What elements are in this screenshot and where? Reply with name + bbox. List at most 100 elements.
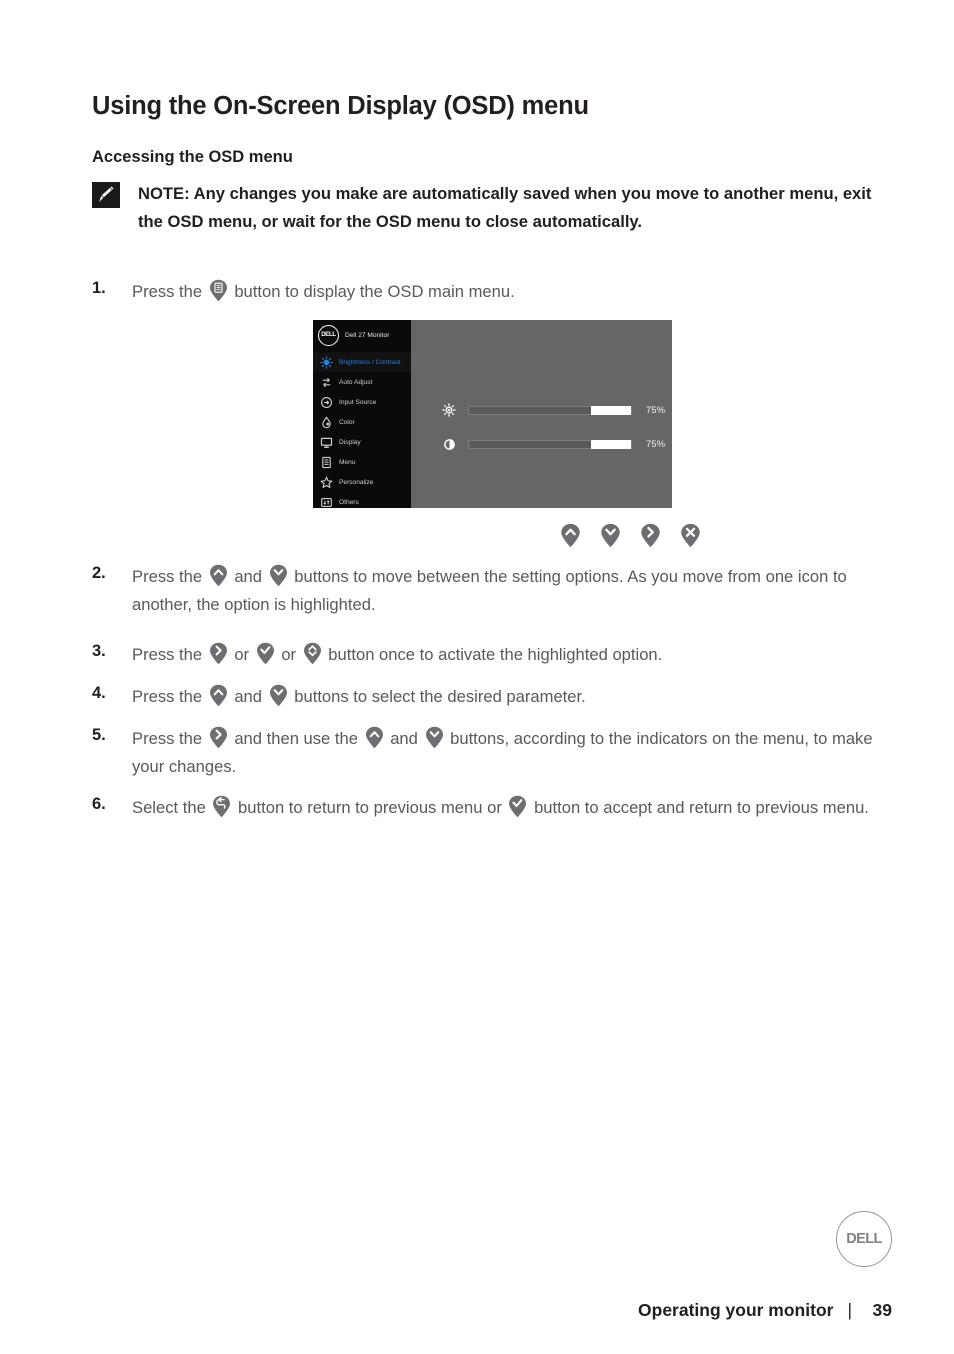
osd-main-panel: 75% 75% <box>411 320 672 508</box>
step-5: 5. Press the and then use the and button… <box>92 725 897 781</box>
note-callout: NOTE: Any changes you make are automatic… <box>92 180 892 235</box>
check-button-icon <box>508 795 527 818</box>
right-button-icon[interactable] <box>640 523 661 548</box>
updown-button-icon <box>303 642 322 665</box>
brightness-slider-row: 75% <box>441 402 665 418</box>
osd-item-brightness-contrast[interactable]: Brightness / Contrast <box>313 352 411 372</box>
dell-badge-logo: DELL <box>836 1211 892 1267</box>
osd-item-display[interactable]: Display <box>313 432 411 452</box>
step-text-part: and <box>385 729 423 748</box>
step-text-part: Press the <box>132 282 207 301</box>
contrast-slider-row: 75% <box>441 436 665 452</box>
page-number: 39 <box>872 1300 892 1320</box>
dell-badge-text: DELL <box>846 1231 882 1247</box>
right-button-icon <box>209 726 228 749</box>
step-number: 2. <box>92 564 106 582</box>
brightness-slider-fill <box>590 405 631 415</box>
osd-item-label: Input Source <box>339 398 377 406</box>
osd-menu-screenshot: DELL Dell 27 Monitor Brightness / Contra… <box>313 320 672 508</box>
osd-item-input-source[interactable]: Input Source <box>313 392 411 412</box>
contrast-value: 75% <box>646 438 666 450</box>
dell-logo-icon: DELL <box>318 324 339 346</box>
step-number: 3. <box>92 642 106 660</box>
step-text: Press the and buttons to move between th… <box>132 563 897 619</box>
step-text-part: Press the <box>132 687 207 706</box>
step-number: 6. <box>92 795 106 813</box>
step-text-part: button to return to previous menu or <box>233 798 507 817</box>
display-icon <box>313 432 339 452</box>
osd-monitor-title: Dell 27 Monitor <box>345 331 390 339</box>
step-3: 3. Press the or or button once to activa… <box>92 641 897 669</box>
input-source-icon <box>313 392 339 412</box>
osd-item-personalize[interactable]: Personalize <box>313 472 411 492</box>
step-2: 2. Press the and buttons to move between… <box>92 563 897 619</box>
step-text-part: Press the <box>132 567 207 586</box>
step-text-part: or <box>276 645 301 664</box>
step-text-part: Select the <box>132 798 211 817</box>
osd-item-label: Auto Adjust <box>339 378 373 386</box>
step-4: 4. Press the and buttons to select the d… <box>92 683 897 711</box>
step-text: Press the button to display the OSD main… <box>132 278 515 306</box>
up-button-icon <box>365 726 384 749</box>
osd-item-color[interactable]: Color <box>313 412 411 432</box>
brightness-value: 75% <box>646 404 666 416</box>
osd-item-label: Others <box>339 498 359 506</box>
osd-header: DELL Dell 27 Monitor <box>313 320 411 350</box>
step-text-part: Press the <box>132 729 207 748</box>
step-text-part: and then use the <box>229 729 363 748</box>
osd-item-others[interactable]: Others <box>313 492 411 508</box>
down-button-icon <box>425 726 444 749</box>
osd-item-label: Color <box>339 418 355 426</box>
step-text-part: button to accept and return to previous … <box>529 798 869 817</box>
auto-adjust-icon <box>313 372 339 392</box>
footer-separator: | <box>847 1300 852 1320</box>
step-number: 4. <box>92 684 106 702</box>
step-text-part: and <box>229 567 267 586</box>
page-title: Using the On-Screen Display (OSD) menu <box>92 92 589 120</box>
check-button-icon <box>256 642 275 665</box>
menu-icon <box>313 452 339 472</box>
step-1: 1. Press the button to display the OSD m… <box>92 278 892 306</box>
back-button-icon <box>212 795 231 818</box>
osd-item-menu[interactable]: Menu <box>313 452 411 472</box>
step-text-part: buttons to select the desired parameter. <box>289 687 586 706</box>
step-number: 5. <box>92 726 106 744</box>
step-text: Press the or or button once to activate … <box>132 641 662 669</box>
dell-logo-text: DELL <box>321 332 336 338</box>
document-page: Using the On-Screen Display (OSD) menu A… <box>0 0 954 1354</box>
down-button-icon[interactable] <box>600 523 621 548</box>
close-button-icon[interactable] <box>680 523 701 548</box>
footer-section: Operating your monitor <box>638 1300 834 1320</box>
step-6: 6. Select the button to return to previo… <box>92 794 897 822</box>
down-button-icon <box>269 564 288 587</box>
osd-button-indicators <box>560 523 701 548</box>
pencil-note-icon <box>92 182 120 208</box>
others-icon <box>313 492 339 508</box>
osd-item-auto-adjust[interactable]: Auto Adjust <box>313 372 411 392</box>
step-number: 1. <box>92 279 106 297</box>
osd-item-label: Brightness / Contrast <box>339 358 401 366</box>
personalize-star-icon <box>313 472 339 492</box>
contrast-slider-track[interactable] <box>468 439 632 449</box>
page-footer: Operating your monitor | 39 <box>638 1300 892 1321</box>
osd-item-label: Menu <box>339 458 356 466</box>
section-subheading: Accessing the OSD menu <box>92 148 293 166</box>
up-button-icon[interactable] <box>560 523 581 548</box>
brightness-icon <box>313 352 339 372</box>
note-text: NOTE: Any changes you make are automatic… <box>138 184 872 231</box>
contrast-slider-fill <box>590 439 631 449</box>
step-text: Press the and buttons to select the desi… <box>132 683 586 711</box>
step-text-part: button to display the OSD main menu. <box>229 282 515 301</box>
brightness-slider-track[interactable] <box>468 405 632 415</box>
down-button-icon <box>269 684 288 707</box>
up-button-icon <box>209 564 228 587</box>
osd-item-label: Display <box>339 438 361 446</box>
menu-button-icon <box>209 279 228 302</box>
step-text-part: Press the <box>132 645 207 664</box>
step-text-part: or <box>229 645 254 664</box>
step-text: Select the button to return to previous … <box>132 794 869 822</box>
brightness-sun-icon <box>441 402 457 418</box>
step-text-part: button once to activate the highlighted … <box>323 645 663 664</box>
color-icon <box>313 412 339 432</box>
step-text: Press the and then use the and buttons, … <box>132 725 897 781</box>
